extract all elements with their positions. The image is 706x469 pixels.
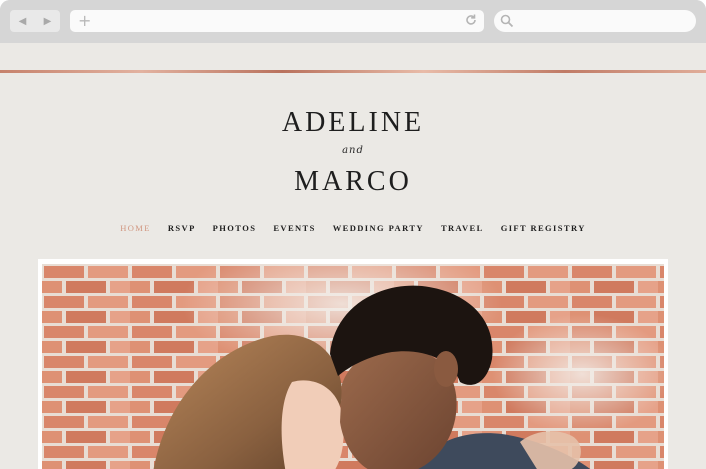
couple-name-second: MARCO bbox=[294, 166, 412, 197]
couple-conjunction: and bbox=[342, 145, 364, 156]
nav-wedding-party[interactable]: WEDDING PARTY bbox=[333, 223, 424, 233]
address-bar[interactable]: + bbox=[70, 10, 484, 32]
back-arrow-icon[interactable]: ◀ bbox=[19, 16, 27, 27]
nav-travel[interactable]: TRAVEL bbox=[441, 223, 484, 233]
nav-events[interactable]: EVENTS bbox=[273, 223, 315, 233]
wedding-website: ADELINE and MARCO HOME RSVP PHOTOS EVENT… bbox=[0, 43, 706, 469]
nav-gift-registry[interactable]: GIFT REGISTRY bbox=[501, 223, 586, 233]
couple-photo-illustration bbox=[42, 264, 664, 469]
forward-arrow-icon[interactable]: ▶ bbox=[44, 16, 52, 27]
hero-photo-frame bbox=[38, 259, 668, 469]
browser-toolbar: ◀ ▶ + bbox=[0, 0, 706, 43]
nav-photos[interactable]: PHOTOS bbox=[213, 223, 257, 233]
history-buttons: ◀ ▶ bbox=[10, 10, 60, 32]
search-field[interactable] bbox=[494, 10, 696, 32]
search-icon bbox=[500, 14, 514, 28]
plus-icon[interactable]: + bbox=[78, 12, 91, 30]
nav-rsvp[interactable]: RSVP bbox=[168, 223, 196, 233]
site-navigation: HOME RSVP PHOTOS EVENTS WEDDING PARTY TR… bbox=[0, 223, 706, 233]
foil-divider bbox=[0, 70, 706, 73]
couple-name-first: ADELINE bbox=[281, 107, 425, 138]
nav-home[interactable]: HOME bbox=[120, 223, 151, 233]
reload-icon[interactable] bbox=[464, 13, 478, 27]
browser-window: ◀ ▶ + ADELINE and MARCO HOME RSVP PHOTOS… bbox=[0, 0, 706, 469]
hero-photo bbox=[42, 264, 664, 469]
